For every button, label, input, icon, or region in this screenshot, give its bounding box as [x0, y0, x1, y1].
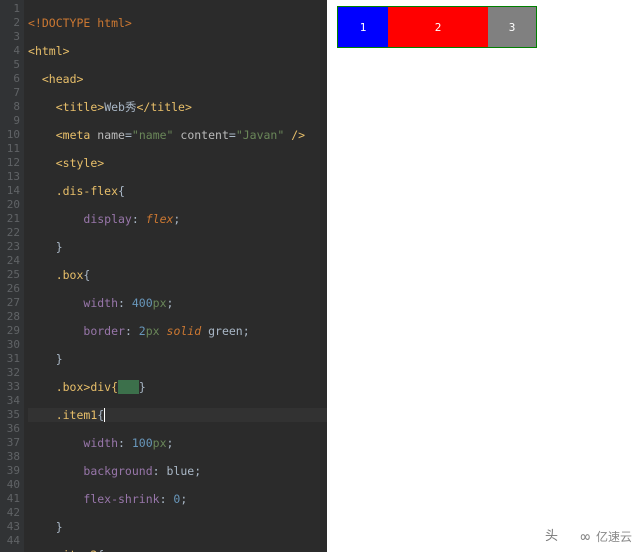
line-num: 38	[0, 450, 20, 464]
line-num: 21	[0, 212, 20, 226]
line-num: 9	[0, 114, 20, 128]
line-num: 1	[0, 2, 20, 16]
code-line: .dis-flex{	[28, 184, 327, 198]
line-num: 44	[0, 534, 20, 548]
preview-pane: 1 2 3 头 ∞ 亿速云	[327, 0, 640, 552]
line-num: 5	[0, 58, 20, 72]
infinity-icon: ∞	[580, 527, 590, 546]
line-num: 33	[0, 380, 20, 394]
code-line: }	[28, 520, 327, 534]
line-num: 7	[0, 86, 20, 100]
code-line: .item1{	[28, 408, 327, 422]
line-gutter: 1 2 3 4 5 6 7 8 9 10 11 12 13 14 20 21 2…	[0, 0, 24, 552]
line-num: 12	[0, 156, 20, 170]
code-line: .box>div{ }	[28, 380, 327, 394]
line-num: 39	[0, 464, 20, 478]
line-num: 23	[0, 240, 20, 254]
code-line: flex-shrink: 0;	[28, 492, 327, 506]
flex-item-2: 2	[388, 7, 488, 47]
line-num: 22	[0, 226, 20, 240]
line-num: 13	[0, 170, 20, 184]
code-line: .item2{	[28, 548, 327, 552]
line-num: 20	[0, 198, 20, 212]
line-num: 11	[0, 142, 20, 156]
code-line: border: 2px solid green;	[28, 324, 327, 338]
line-num: 27	[0, 296, 20, 310]
code-line: <!DOCTYPE html>	[28, 16, 327, 30]
flex-item-1: 1	[338, 7, 388, 47]
line-num: 37	[0, 436, 20, 450]
code-area[interactable]: <!DOCTYPE html> <html> <head> <title>Web…	[24, 0, 327, 552]
watermark-text: 亿速云	[596, 528, 632, 545]
line-num: 43	[0, 520, 20, 534]
watermark: ∞ 亿速云	[580, 527, 632, 546]
line-num: 8	[0, 100, 20, 114]
code-line: <head>	[28, 72, 327, 86]
line-num: 42	[0, 506, 20, 520]
code-line: <html>	[28, 44, 327, 58]
code-line: <style>	[28, 156, 327, 170]
line-num: 32	[0, 366, 20, 380]
line-num: 3	[0, 30, 20, 44]
line-num: 41	[0, 492, 20, 506]
line-num: 40	[0, 478, 20, 492]
line-num: 24	[0, 254, 20, 268]
line-num: 31	[0, 352, 20, 366]
line-num: 29	[0, 324, 20, 338]
line-num: 25	[0, 268, 20, 282]
head-icon: 头	[545, 525, 558, 544]
line-num: 2	[0, 16, 20, 30]
line-num: 34	[0, 394, 20, 408]
code-line: }	[28, 352, 327, 366]
line-num: 30	[0, 338, 20, 352]
line-num: 26	[0, 282, 20, 296]
line-num: 35	[0, 408, 20, 422]
line-num: 28	[0, 310, 20, 324]
code-line: <title>Web秀</title>	[28, 100, 327, 114]
code-editor[interactable]: 1 2 3 4 5 6 7 8 9 10 11 12 13 14 20 21 2…	[0, 0, 327, 552]
code-line: background: blue;	[28, 464, 327, 478]
line-num: 6	[0, 72, 20, 86]
code-line: width: 100px;	[28, 436, 327, 450]
code-line: <meta name="name" content="Javan" />	[28, 128, 327, 142]
flex-item-3: 3	[488, 7, 536, 47]
line-num: 14	[0, 184, 20, 198]
line-num: 10	[0, 128, 20, 142]
code-line: display: flex;	[28, 212, 327, 226]
line-num: 36	[0, 422, 20, 436]
code-line: width: 400px;	[28, 296, 327, 310]
line-num: 4	[0, 44, 20, 58]
code-line: .box{	[28, 268, 327, 282]
flex-box: 1 2 3	[337, 6, 537, 48]
code-line: }	[28, 240, 327, 254]
